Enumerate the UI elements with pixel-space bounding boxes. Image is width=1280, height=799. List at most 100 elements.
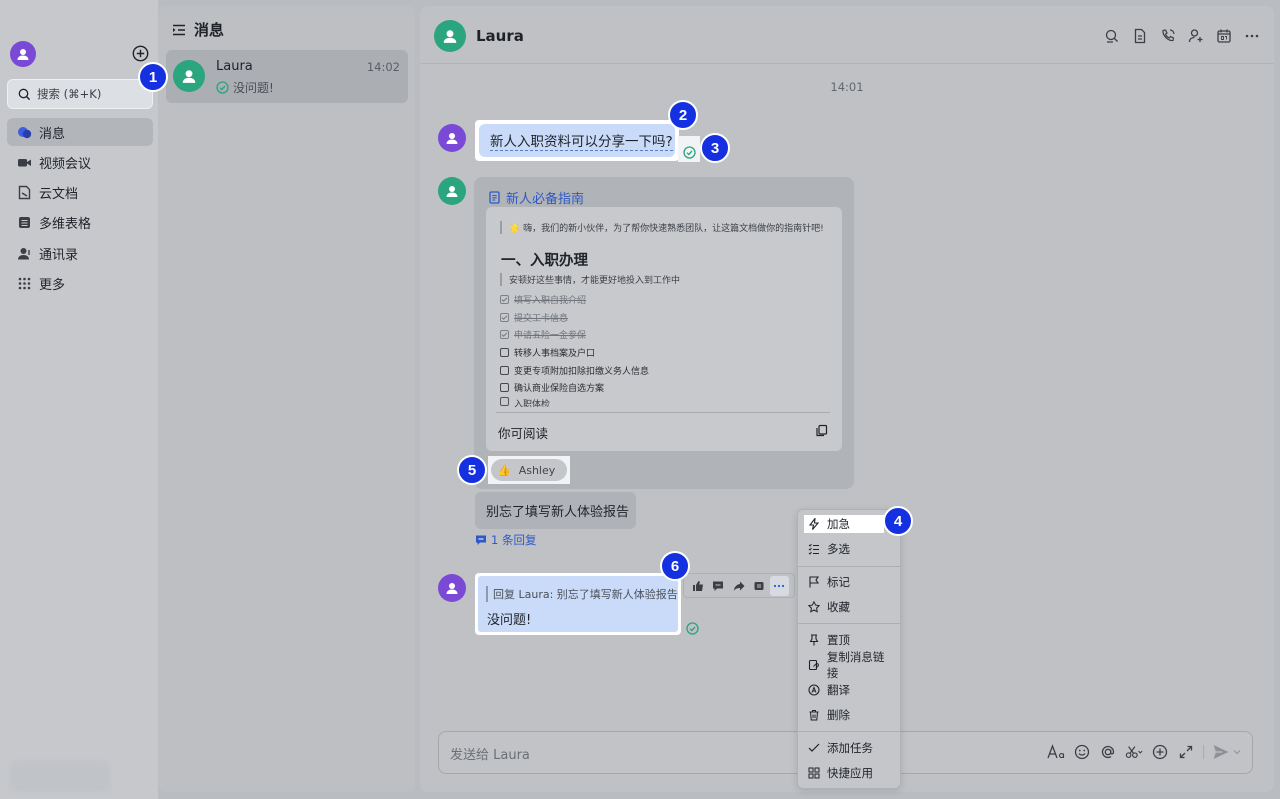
avatar[interactable] — [438, 574, 466, 602]
screenshot-scissors-icon[interactable] — [1125, 743, 1143, 761]
search-input[interactable]: 搜索 (⌘+K) — [7, 79, 153, 109]
create-plus-icon[interactable] — [132, 45, 149, 62]
chat-time: 14:02 — [366, 60, 400, 74]
send-icon[interactable] — [1212, 743, 1230, 761]
message-bubble-question[interactable]: 新人入职资料可以分享一下吗? — [475, 120, 679, 161]
divider — [496, 412, 830, 413]
thumbs-up-icon[interactable] — [688, 576, 707, 596]
doc-card-title[interactable]: 新人必备指南 — [488, 188, 584, 207]
menu-item-urgent[interactable]: 加急 — [804, 515, 884, 533]
read-check-icon — [682, 145, 696, 159]
menu-item-multiselect[interactable]: 多选 — [807, 540, 895, 558]
document-icon[interactable] — [1132, 28, 1148, 44]
message-bubble-reply[interactable]: 回复 Laura: 别忘了填写新人体验报告 没问题! — [475, 573, 681, 635]
message-timestamp: 14:01 — [830, 80, 864, 94]
doc-share-card[interactable]: 新人必备指南 🌟 嗨，我们的新小伙伴，为了帮你快速熟悉团队，让这篇文档做你的指南… — [474, 177, 854, 489]
calendar-icon[interactable] — [1216, 28, 1232, 44]
chat-title: Laura — [476, 27, 524, 45]
menu-item-translate[interactable]: 翻译 — [807, 681, 895, 699]
more-options-icon[interactable] — [1244, 28, 1260, 44]
more-actions-icon[interactable] — [769, 575, 790, 596]
menu-item-quick-apps[interactable]: 快捷应用 — [807, 764, 895, 782]
chat-list-title: 消息 — [194, 21, 225, 39]
grid-dots-icon — [16, 275, 32, 291]
message-bubble-reminder[interactable]: 别忘了填写新人体验报告 — [475, 492, 636, 529]
thread-icon — [475, 534, 487, 546]
blurred-footer — [10, 761, 110, 791]
menu-item-delete[interactable]: 删除 — [807, 706, 895, 724]
mention-icon[interactable] — [1099, 743, 1117, 761]
table-icon — [16, 215, 32, 231]
add-attachment-icon[interactable] — [1151, 743, 1169, 761]
menu-item-favorite[interactable]: 收藏 — [807, 598, 895, 616]
my-avatar[interactable] — [10, 41, 36, 67]
checklist-item: 申请五险一金参保 — [500, 326, 649, 344]
chat-preview: 没问题! — [216, 79, 274, 96]
unchecked-box-icon — [500, 348, 509, 358]
reply-thread-link[interactable]: 1 条回复 — [475, 532, 536, 548]
reaction-area: 👍 Ashley — [488, 456, 570, 484]
reply-count-text: 1 条回复 — [491, 533, 537, 547]
callout-badge-3: 3 — [700, 133, 730, 163]
cloud-doc-icon — [16, 185, 32, 201]
doc-preview[interactable]: 🌟 嗨，我们的新小伙伴，为了帮你快速熟悉团队，让这篇文档做你的指南针吧! 一、入… — [486, 207, 842, 451]
nav-item-cloud-docs[interactable]: 云文档 — [7, 179, 153, 207]
menu-item-flag[interactable]: 标记 — [807, 573, 895, 591]
reply-icon[interactable] — [708, 576, 727, 596]
menu-item-add-task[interactable]: 添加任务 — [807, 739, 895, 757]
avatar[interactable] — [438, 124, 466, 152]
nav-item-label: 多维表格 — [39, 217, 92, 233]
nav-item-video-meeting[interactable]: 视频会议 — [7, 148, 153, 176]
video-camera-icon — [16, 154, 32, 170]
callout-badge-1: 1 — [138, 62, 168, 92]
divider — [798, 566, 900, 567]
chat-list-item[interactable]: Laura 14:02 没问题! — [166, 50, 408, 103]
nav-item-label: 更多 — [39, 277, 66, 293]
reply-quote: 回复 Laura: 别忘了填写新人体验报告 — [486, 586, 678, 602]
pin-card-icon[interactable] — [749, 576, 768, 596]
nav-list: 消息 视频会议 云文档 多维表格 通讯录 更多 — [7, 118, 153, 300]
nav-item-messages[interactable]: 消息 — [7, 118, 153, 146]
text-format-icon[interactable] — [1047, 743, 1065, 761]
add-member-icon[interactable] — [1188, 28, 1204, 44]
nav-item-contacts[interactable]: 通讯录 — [7, 239, 153, 267]
nav-item-label: 消息 — [39, 126, 66, 142]
callout-badge-4: 4 — [883, 506, 913, 536]
emoji-icon[interactable] — [1073, 743, 1091, 761]
chat-list-panel: 消息 Laura 14:02 没问题! — [158, 6, 415, 792]
checked-box-icon — [500, 295, 509, 305]
avatar[interactable] — [438, 177, 466, 205]
callout-badge-6: 6 — [660, 551, 690, 581]
checklist-item: 变更专项附加扣除扣缴义务人信息 — [500, 361, 649, 379]
chat-header: Laura — [420, 6, 1274, 64]
composer-placeholder: 发送给 Laura — [450, 748, 530, 763]
divider — [1203, 745, 1204, 759]
doc-permission: 你可阅读 — [498, 426, 549, 441]
callout-badge-2: 2 — [668, 100, 698, 130]
collapse-list-icon[interactable] — [172, 23, 186, 37]
reaction-pill[interactable]: 👍 Ashley — [491, 459, 567, 481]
message-text: 新人入职资料可以分享一下吗? — [490, 130, 673, 151]
forward-icon[interactable] — [729, 576, 748, 596]
nav-item-base-tables[interactable]: 多维表格 — [7, 209, 153, 237]
phone-call-icon[interactable] — [1160, 28, 1176, 44]
lightning-icon — [807, 517, 821, 531]
chat-name: Laura — [216, 59, 253, 74]
divider — [798, 731, 900, 732]
trash-icon — [807, 708, 821, 722]
search-label: 搜索 (⌘+K) — [37, 87, 102, 101]
divider — [798, 623, 900, 624]
menu-item-copy-link[interactable]: 复制消息链接 — [807, 650, 895, 680]
expand-editor-icon[interactable] — [1177, 743, 1195, 761]
nav-item-more[interactable]: 更多 — [7, 269, 153, 297]
nav-item-label: 通讯录 — [39, 247, 79, 263]
doc-checklist: 填写入职自我介绍 提交工卡信息 申请五险一金参保 转移人事档案及户口 变更专项附… — [500, 291, 649, 407]
copy-link-icon — [807, 658, 821, 672]
search-icon — [18, 88, 31, 101]
menu-item-pin[interactable]: 置顶 — [807, 631, 895, 649]
avatar[interactable] — [434, 20, 466, 52]
search-chat-icon[interactable] — [1104, 28, 1120, 44]
copy-link-icon[interactable] — [815, 424, 828, 437]
chat-list-header: 消息 — [172, 19, 224, 40]
send-options-chevron-icon[interactable] — [1232, 743, 1242, 761]
